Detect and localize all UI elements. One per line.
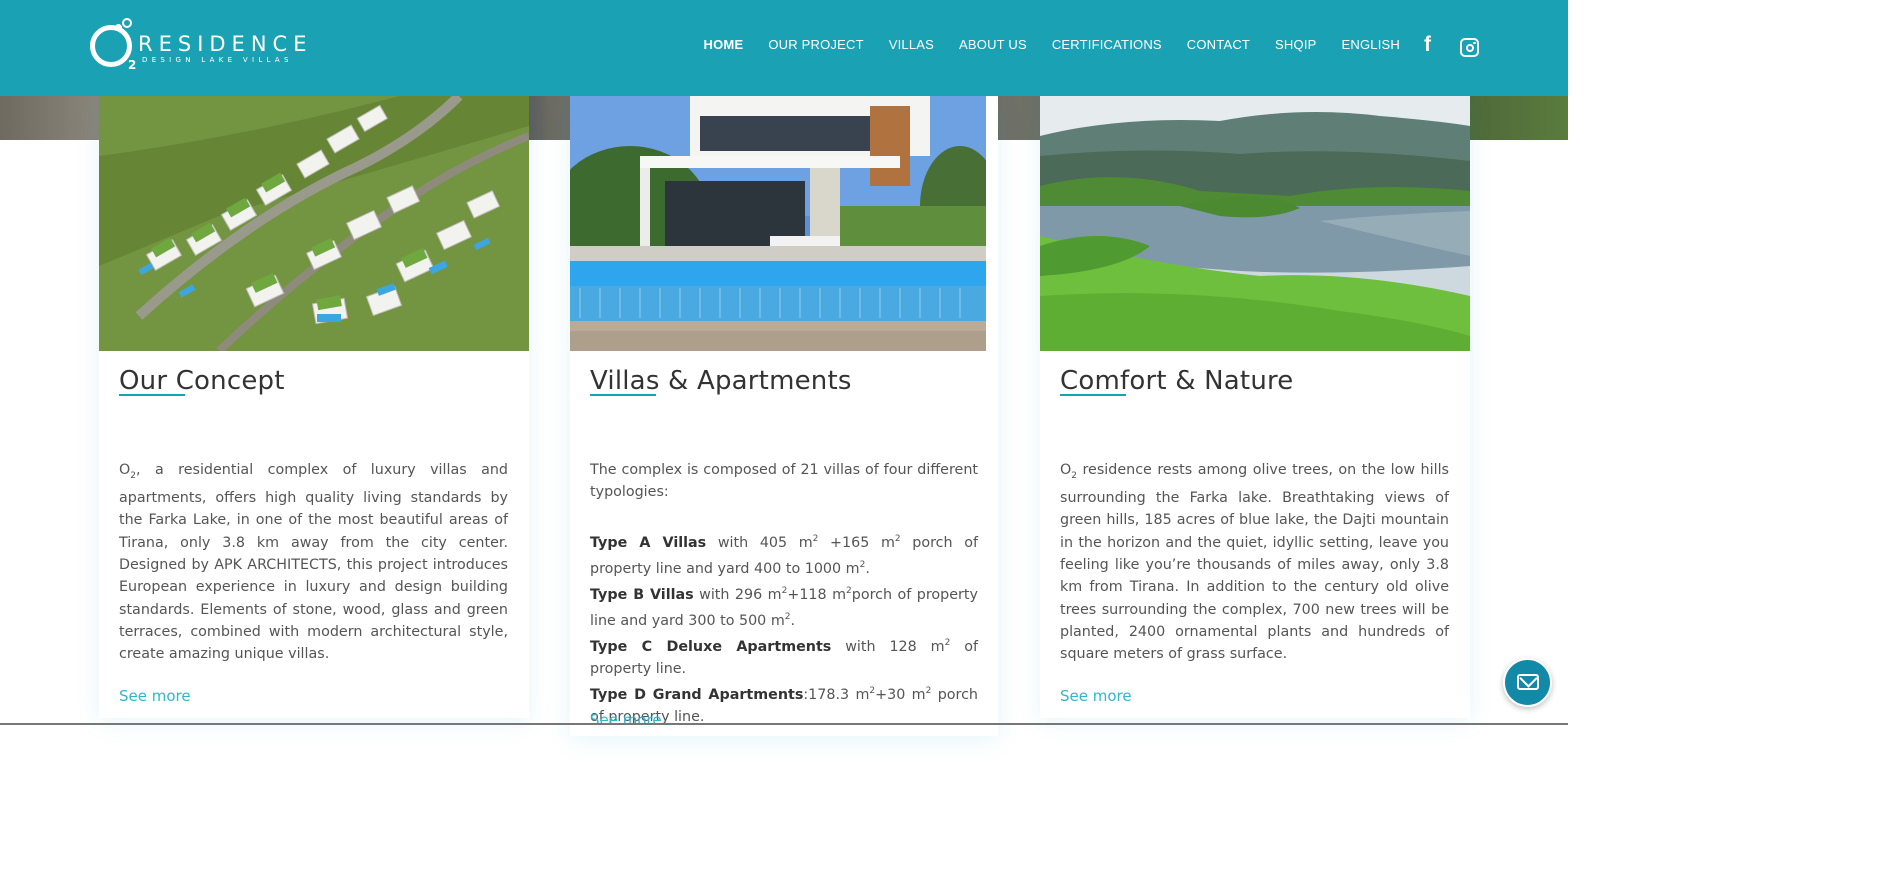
card-image-lake (1040, 96, 1470, 351)
text-fragment: with 405 m (706, 534, 813, 551)
card-title: Villas & Apartments (590, 366, 852, 396)
text-fragment: . (865, 560, 870, 577)
title-underline (590, 394, 656, 396)
text-fragment: with 128 m (831, 638, 945, 655)
nav-lang-shqip[interactable]: SHQIP (1275, 37, 1316, 52)
main-nav: HOME OUR PROJECT VILLAS ABOUT US CERTIFI… (704, 37, 1400, 52)
logo-subscript: 2 (128, 58, 137, 72)
text-fragment: O (119, 462, 131, 478)
type-a-line: Type A Villas with 405 m2 +165 m2 porch … (590, 528, 978, 580)
logo-name: RESIDENCE (138, 32, 313, 56)
title-underline (1060, 394, 1126, 396)
site-logo[interactable]: 2 RESIDENCE DESIGN LAKE VILLAS (90, 18, 310, 76)
see-more-link[interactable]: See more (119, 687, 191, 705)
logo-tagline: DESIGN LAKE VILLAS (142, 56, 293, 64)
facebook-icon[interactable]: f (1424, 33, 1431, 57)
type-c-line: Type C Deluxe Apartments with 128 m2 of … (590, 632, 978, 680)
text-fragment: O (1060, 462, 1072, 478)
text-fragment: Type A Villas (590, 534, 707, 551)
card-text: The complex is composed of 21 villas of … (590, 459, 978, 729)
site-header: 2 RESIDENCE DESIGN LAKE VILLAS HOME OUR … (0, 0, 1568, 96)
nav-home[interactable]: HOME (704, 37, 744, 52)
text-fragment: residence rests among olive trees, on th… (1060, 462, 1449, 663)
mail-icon (1517, 674, 1539, 690)
nav-our-project[interactable]: OUR PROJECT (768, 37, 863, 52)
card-text: O2, a residential complex of luxury vill… (119, 459, 508, 666)
text-fragment: . (790, 612, 796, 629)
nav-villas[interactable]: VILLAS (889, 37, 934, 52)
nav-about-us[interactable]: ABOUT US (959, 37, 1027, 52)
card-our-concept: Our Concept O2, a residential complex of… (99, 96, 529, 718)
card-villas-apartments: Villas & Apartments The complex is compo… (570, 96, 998, 736)
logo-bubble (122, 18, 132, 28)
nav-lang-english[interactable]: ENGLISH (1342, 37, 1400, 52)
type-b-line: Type B Villas with 296 m2+118 m2porch of… (590, 580, 978, 632)
text-fragment: +30 m (875, 686, 926, 703)
text-fragment: with 296 m (693, 586, 782, 603)
see-more-link[interactable]: See more (590, 711, 662, 729)
card-title: Our Concept (119, 366, 285, 396)
page-bottom-border (0, 723, 1568, 725)
logo-o-mark (90, 25, 132, 67)
text-paragraph: The complex is composed of 21 villas of … (590, 462, 978, 501)
text-fragment: +165 m (818, 534, 895, 551)
logo-bubble-small (115, 24, 122, 31)
text-fragment: Type C Deluxe Apartments (590, 638, 832, 655)
text-fragment: , a residential complex of luxury villas… (119, 462, 508, 663)
card-image-villa-pool (570, 96, 986, 351)
card-title: Comfort & Nature (1060, 366, 1294, 396)
text-fragment: +118 m (787, 586, 847, 603)
text-fragment: Type D Grand Apartments (590, 686, 804, 703)
instagram-icon[interactable] (1460, 38, 1479, 57)
card-image-aerial-villas (99, 96, 529, 351)
title-underline (119, 394, 185, 396)
nav-contact[interactable]: CONTACT (1187, 37, 1250, 52)
text-fragment: :178.3 m (803, 686, 870, 703)
see-more-link[interactable]: See more (1060, 687, 1132, 705)
contact-fab-button[interactable] (1503, 658, 1552, 707)
nav-certifications[interactable]: CERTIFICATIONS (1052, 37, 1162, 52)
card-text: O2 residence rests among olive trees, on… (1060, 459, 1449, 666)
text-fragment: Type B Villas (590, 586, 694, 603)
card-comfort-nature: Comfort & Nature O2 residence rests amon… (1040, 96, 1470, 718)
